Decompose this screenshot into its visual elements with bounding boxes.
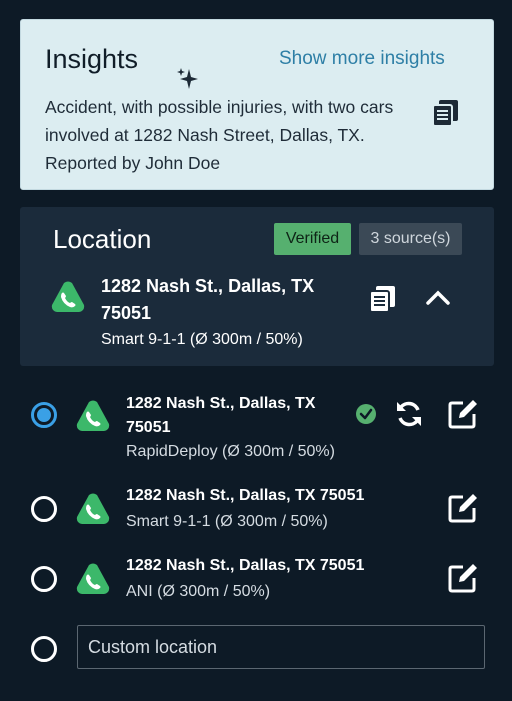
option-address: 1282 Nash St., Dallas, TX 75051 [126,557,365,574]
copy-icon[interactable] [368,284,398,314]
option-source: RapidDeploy (Ø 300m / 50%) [126,443,335,460]
chevron-up-icon[interactable] [425,287,451,307]
edit-icon[interactable] [447,398,479,430]
check-circle-icon [356,404,376,424]
insights-card: Insights Show more insights Accident, wi… [20,19,494,190]
location-panel: Location Verified 3 source(s) 1282 Nash … [20,207,494,366]
option-address: 1282 Nash St., Dallas, TX 75051 [126,395,316,436]
radio-selected[interactable] [31,402,57,428]
phone-location-icon [76,400,110,431]
radio-unselected[interactable] [31,566,57,592]
edit-icon[interactable] [447,492,479,524]
sparkle-icon [177,68,198,89]
option-source: ANI (Ø 300m / 50%) [126,583,271,600]
edit-icon[interactable] [447,562,479,594]
primary-location-source: Smart 9-1-1 (Ø 300m / 50%) [101,331,303,348]
phone-location-icon [76,563,110,594]
phone-location-icon [76,493,110,524]
refresh-icon[interactable] [394,399,424,429]
verified-badge: Verified [274,223,351,255]
copy-icon[interactable] [431,98,461,128]
show-more-insights-link[interactable]: Show more insights [279,48,445,70]
sources-badge[interactable]: 3 source(s) [359,223,462,255]
insights-text: Accident, with possible injuries, with t… [45,97,394,173]
custom-location-input[interactable] [77,625,485,669]
phone-location-icon [51,281,85,312]
insights-title: Insights [45,44,139,74]
option-source: Smart 9-1-1 (Ø 300m / 50%) [126,513,328,530]
radio-unselected[interactable] [31,636,57,662]
location-title: Location [53,224,152,254]
radio-unselected[interactable] [31,496,57,522]
option-address: 1282 Nash St., Dallas, TX 75051 [126,487,365,504]
primary-location-address: 1282 Nash St., Dallas, TX 75051 [101,276,315,323]
